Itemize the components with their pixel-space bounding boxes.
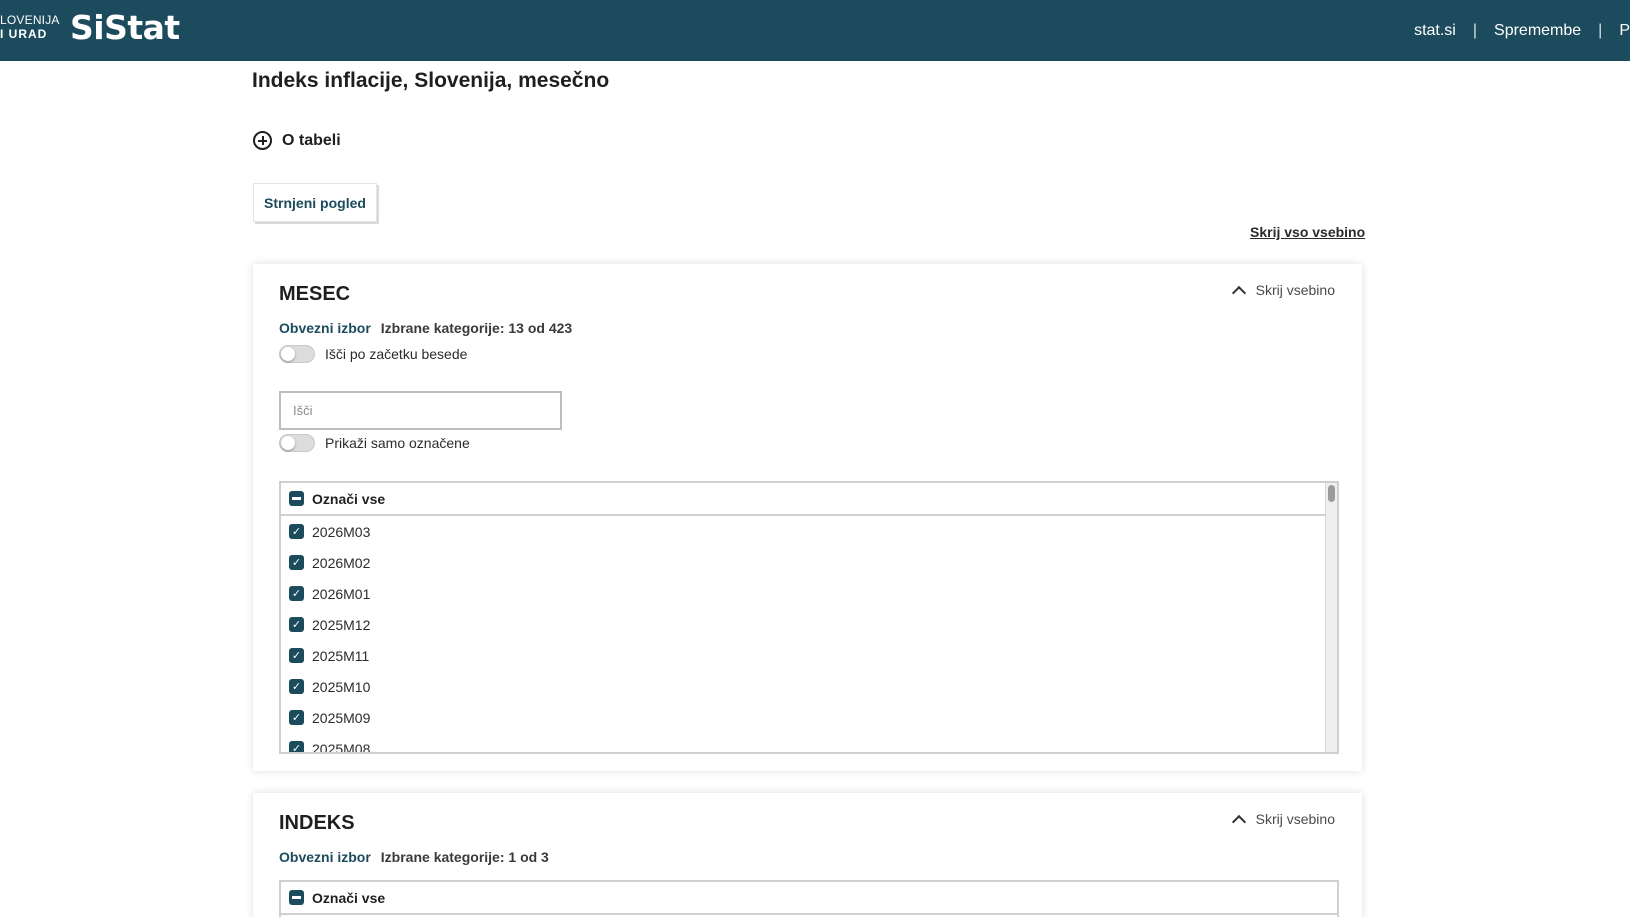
logo-line-1: LOVENIJA	[0, 13, 60, 27]
surs-logo[interactable]: LOVENIJA I URAD	[0, 13, 60, 41]
hide-content-label: Skrij vsebino	[1255, 811, 1335, 827]
plus-circle-icon	[253, 131, 272, 150]
select-all-row[interactable]: Označi vse	[281, 882, 1337, 915]
selected-count: Izbrane kategorije: 1 od 3	[380, 849, 549, 865]
checkbox-checked-icon[interactable]: ✓	[289, 710, 304, 725]
show-selected-label: Prikaži samo označene	[325, 435, 470, 451]
hide-content-toggle[interactable]: Skrij vsebino	[1231, 811, 1335, 830]
chevron-up-icon	[1231, 285, 1246, 301]
search-input[interactable]	[279, 391, 562, 430]
list-item[interactable]: ✓ 2025M08	[281, 733, 1337, 754]
about-table-toggle[interactable]: O tabeli	[253, 131, 341, 150]
panel-indeks: INDEKS Skrij vsebino Obvezni izbor Izbra…	[253, 793, 1362, 917]
checkbox-checked-icon[interactable]: ✓	[289, 741, 304, 752]
list-item-label: 2025M09	[312, 709, 371, 726]
checkbox-checked-icon[interactable]: ✓	[289, 555, 304, 570]
selection-meta: Obvezni izbor Izbrane kategorije: 1 od 3	[279, 849, 549, 865]
panel-title: MESEC	[279, 283, 351, 305]
list-item-label: 2025M11	[312, 647, 370, 664]
required-label: Obvezni izbor	[279, 849, 371, 865]
select-all-label: Označi vse	[312, 889, 386, 906]
about-table-label: O tabeli	[282, 131, 341, 149]
sistat-logo[interactable]: SiStat	[70, 8, 180, 47]
nav-separator: |	[1598, 21, 1603, 39]
list-item[interactable]: ✓ 2026M02	[281, 547, 1337, 578]
chevron-up-icon	[1231, 814, 1246, 830]
hide-content-label: Skrij vsebino	[1255, 282, 1335, 298]
checkbox-indeterminate-icon[interactable]	[289, 890, 304, 905]
panel-mesec: MESEC Skrij vsebino Obvezni izbor Izbran…	[253, 264, 1362, 771]
select-all-row[interactable]: Označi vse	[281, 483, 1337, 516]
category-list[interactable]: Označi vse ✓ 2026M03 ✓ 2026M02 ✓ 2026M01 ✓ 2…	[279, 481, 1339, 754]
list-item-label: 2026M03	[312, 523, 371, 540]
list-item[interactable]: ✓ 2025M09	[281, 702, 1337, 733]
list-item[interactable]: ✓ 2025M10	[281, 671, 1337, 702]
list-item[interactable]: ✓ 2025M12	[281, 609, 1337, 640]
nav-separator: |	[1472, 21, 1478, 39]
search-prefix-row: Išči po začetku besede	[279, 345, 467, 363]
list-item-label: 2025M10	[312, 678, 371, 695]
search-prefix-switch[interactable]	[279, 345, 315, 363]
checkbox-checked-icon[interactable]: ✓	[289, 617, 304, 632]
hide-content-toggle[interactable]: Skrij vsebino	[1231, 282, 1335, 301]
list-item-label: 2026M02	[312, 554, 371, 571]
checkbox-checked-icon[interactable]: ✓	[289, 679, 304, 694]
compact-view-button[interactable]: Strnjeni pogled	[253, 183, 377, 222]
top-bar: LOVENIJA I URAD SiStat stat.si | Spremem…	[0, 0, 1630, 61]
search-prefix-label: Išči po začetku besede	[325, 346, 468, 362]
select-all-label: Označi vse	[312, 490, 386, 507]
list-item-label: 2025M12	[312, 616, 371, 633]
list-scrollbar[interactable]	[1325, 483, 1337, 752]
list-item-label: 2025M08	[312, 740, 371, 754]
required-label: Obvezni izbor	[279, 320, 371, 336]
show-selected-switch[interactable]	[279, 434, 315, 452]
checkbox-checked-icon[interactable]: ✓	[289, 648, 304, 663]
nav-link-stat-si[interactable]: stat.si	[1414, 22, 1456, 40]
panel-title: INDEKS	[279, 812, 355, 834]
selected-count: Izbrane kategorije: 13 od 423	[380, 320, 573, 336]
logo-line-2: I URAD	[0, 27, 48, 41]
list-item-label: 2026M01	[312, 585, 371, 602]
hide-all-content-link[interactable]: Skrij vso vsebino	[1250, 224, 1365, 240]
nav-link-truncated[interactable]: P	[1619, 22, 1630, 40]
scrollbar-thumb[interactable]	[1328, 485, 1335, 502]
checkbox-checked-icon[interactable]: ✓	[289, 524, 304, 539]
selection-meta: Obvezni izbor Izbrane kategorije: 13 od …	[279, 320, 572, 336]
list-item[interactable]: ✓ 2025M11	[281, 640, 1337, 671]
list-item[interactable]: ✓ 2026M03	[281, 516, 1337, 547]
category-list[interactable]: Označi vse	[279, 880, 1339, 917]
checkbox-checked-icon[interactable]: ✓	[289, 586, 304, 601]
top-nav: stat.si | Spremembe | P	[1414, 0, 1630, 61]
show-selected-row: Prikaži samo označene	[279, 434, 470, 452]
checkbox-indeterminate-icon[interactable]	[289, 491, 304, 506]
nav-link-spremembe[interactable]: Spremembe	[1494, 22, 1581, 40]
page-title: Indeks inflacije, Slovenija, mesečno	[252, 69, 610, 92]
list-item[interactable]: ✓ 2026M01	[281, 578, 1337, 609]
